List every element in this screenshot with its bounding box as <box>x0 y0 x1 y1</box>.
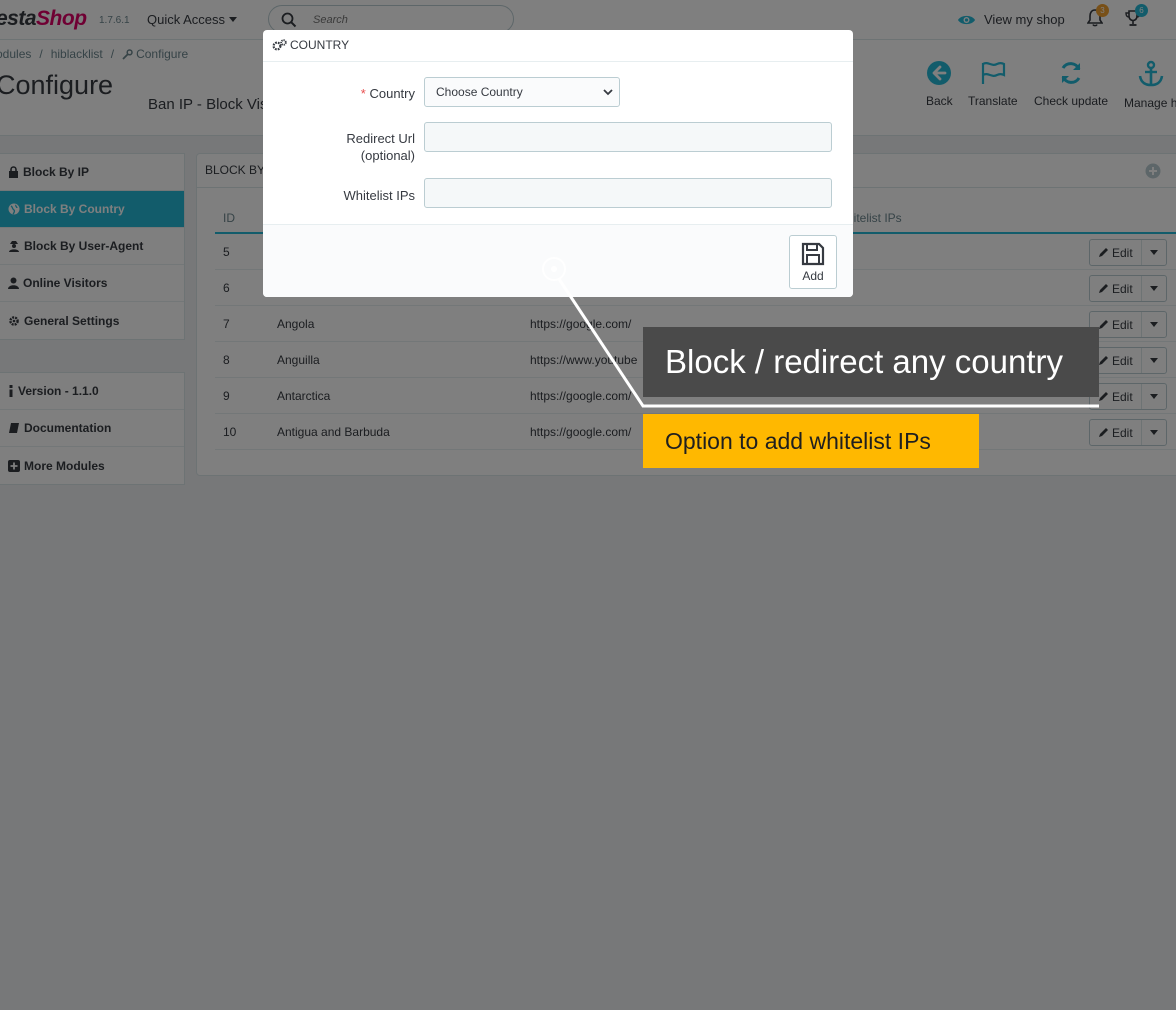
callout-pointer <box>542 257 1099 408</box>
callout-block-redirect: Block / redirect any country <box>643 327 1099 397</box>
callout-whitelist: Option to add whitelist IPs <box>643 414 979 468</box>
